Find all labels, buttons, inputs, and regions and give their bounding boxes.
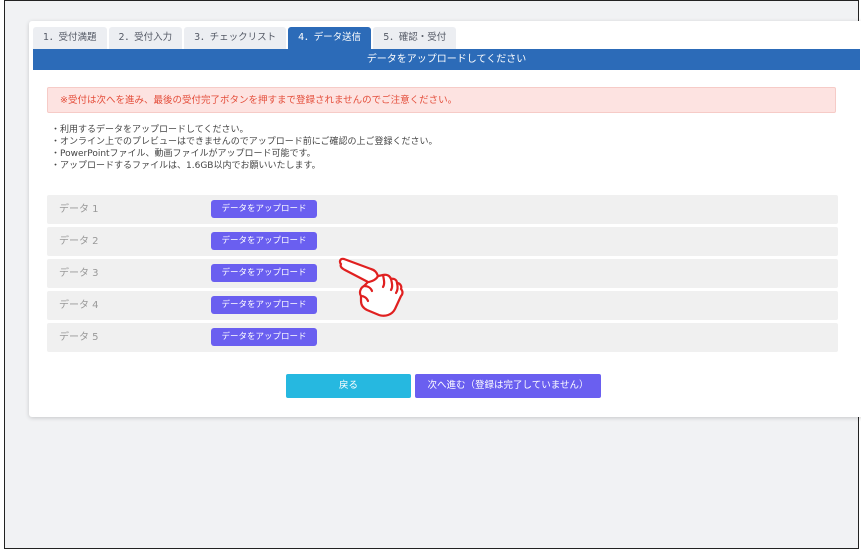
- tab-step-2[interactable]: 2．受付入力: [108, 27, 183, 49]
- alert-banner: ※受付は次へを進み、最後の受付完了ボタンを押すまで登録されませんのでご注意くださ…: [47, 87, 836, 113]
- upload-button-5[interactable]: データをアップロード: [211, 328, 317, 346]
- data-rows: データ 1 データをアップロード データ 2 データをアップロード データ 3 …: [47, 195, 838, 355]
- tab-step-3[interactable]: 3．チェックリスト: [184, 27, 287, 49]
- upload-button-1[interactable]: データをアップロード: [211, 200, 317, 218]
- tab-step-5[interactable]: 5．確認・受付: [373, 27, 457, 49]
- data-row-2: データ 2 データをアップロード: [47, 227, 838, 256]
- tab-step-4[interactable]: 4．データ送信: [288, 27, 372, 49]
- pointing-hand-icon: [338, 257, 404, 317]
- window-frame: 1．受付満題 2．受付入力 3．チェックリスト 4．データ送信 5．確認・受付 …: [4, 0, 861, 549]
- note-line: ・PowerPointファイル、動画ファイルがアップロード可能です。: [51, 149, 316, 159]
- upload-panel: 1．受付満題 2．受付入力 3．チェックリスト 4．データ送信 5．確認・受付 …: [29, 21, 861, 417]
- note-line: ・アップロードするファイルは、1.6GB以内でお願いいたします。: [51, 161, 321, 171]
- step-tabs: 1．受付満題 2．受付入力 3．チェックリスト 4．データ送信 5．確認・受付: [33, 27, 458, 49]
- tab-step-1[interactable]: 1．受付満題: [33, 27, 107, 49]
- upload-button-3[interactable]: データをアップロード: [211, 264, 317, 282]
- data-row-4: データ 4 データをアップロード: [47, 291, 838, 320]
- note-line: ・オンライン上でのプレビューはできませんのでアップロード前にご確認の上ご登録くだ…: [51, 137, 438, 147]
- instruction-notes: ・利用するデータをアップロードしてください。 ・オンライン上でのプレビューはでき…: [51, 124, 438, 172]
- data-row-label: データ 3: [59, 268, 99, 279]
- data-row-3: データ 3 データをアップロード: [47, 259, 838, 288]
- data-row-1: データ 1 データをアップロード: [47, 195, 838, 224]
- data-row-label: データ 5: [59, 332, 99, 343]
- data-row-label: データ 4: [59, 300, 99, 311]
- next-button[interactable]: 次へ進む（登録は完了していません）: [415, 374, 601, 398]
- data-row-5: データ 5 データをアップロード: [47, 323, 838, 352]
- upload-button-2[interactable]: データをアップロード: [211, 232, 317, 250]
- section-header: データをアップロードしてください: [33, 49, 860, 70]
- upload-button-4[interactable]: データをアップロード: [211, 296, 317, 314]
- back-button[interactable]: 戻る: [286, 374, 411, 398]
- data-row-label: データ 1: [59, 204, 99, 215]
- note-line: ・利用するデータをアップロードしてください。: [51, 125, 249, 135]
- data-row-label: データ 2: [59, 236, 99, 247]
